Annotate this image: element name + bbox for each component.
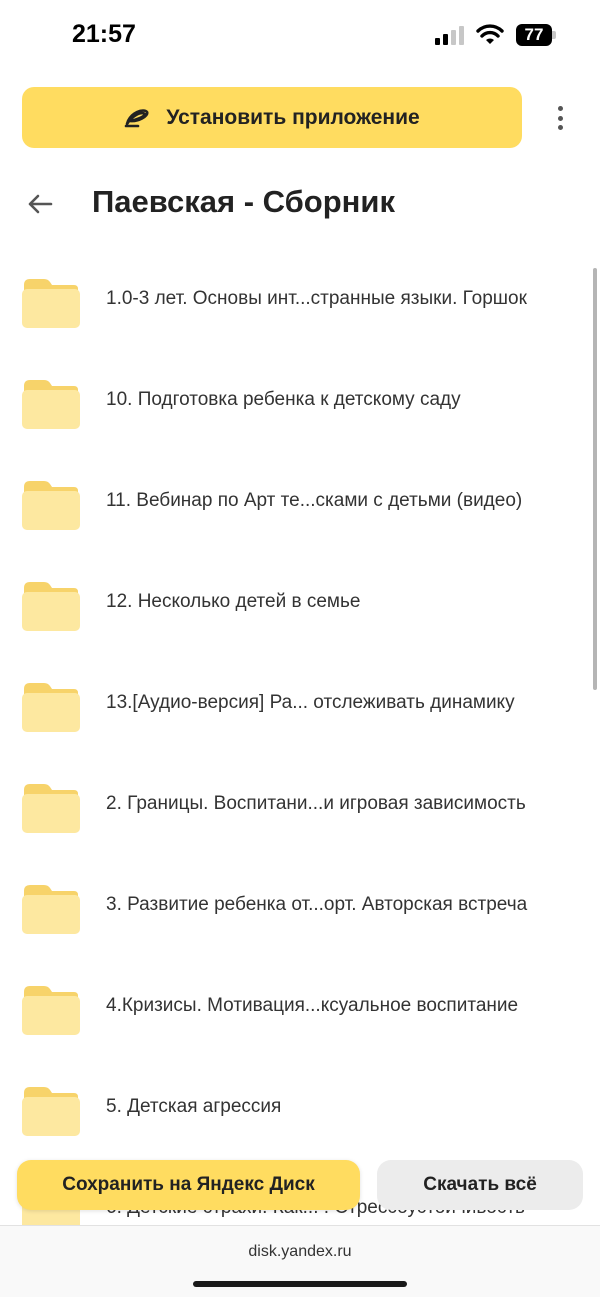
battery-level: 77 <box>516 24 552 46</box>
folder-icon <box>22 380 80 429</box>
folder-name: 4.Кризисы. Мотивация...ксуальное воспита… <box>106 995 519 1016</box>
folder-name: 1.0-3 лет. Основы инт...странные языки. … <box>106 288 527 309</box>
folder-icon <box>22 1087 80 1136</box>
status-icons: 77 <box>435 24 556 46</box>
folder-icon <box>22 885 80 934</box>
arrow-left-icon <box>28 194 53 214</box>
list-item[interactable]: 5. Детская агрессия <box>0 1058 590 1159</box>
folder-icon <box>22 582 80 631</box>
page: 21:57 77 Установить приложение Паевская … <box>0 0 600 1297</box>
list-item[interactable]: 1.0-3 лет. Основы инт...странные языки. … <box>0 250 590 351</box>
page-title: Паевская - Сборник <box>92 184 395 219</box>
folder-name: 13.[Аудио-версия] Ра... отслеживать дина… <box>106 692 515 713</box>
status-time: 21:57 <box>72 20 136 48</box>
wifi-icon <box>476 24 504 44</box>
folder-icon <box>22 784 80 833</box>
folder-icon <box>22 279 80 328</box>
scrollbar[interactable] <box>593 268 597 690</box>
folder-icon <box>22 481 80 530</box>
list-item[interactable]: 13.[Аудио-версия] Ра... отслеживать дина… <box>0 654 590 755</box>
cellular-signal-icon <box>435 25 464 45</box>
folder-name: 10. Подготовка ребенка к детскому саду <box>106 389 461 410</box>
folder-name: 11. Вебинар по Арт те...сками с детьми (… <box>106 490 523 511</box>
list-item[interactable]: 2. Границы. Воспитани...и игровая зависи… <box>0 755 590 856</box>
folder-name: 5. Детская агрессия <box>106 1096 282 1117</box>
home-indicator <box>193 1281 407 1287</box>
save-to-disk-button[interactable]: Сохранить на Яндекс Диск <box>17 1160 360 1210</box>
folder-icon <box>22 683 80 732</box>
download-all-button[interactable]: Скачать всё <box>377 1160 583 1210</box>
list-item[interactable]: 10. Подготовка ребенка к детскому саду <box>0 351 590 452</box>
list-item[interactable]: 11. Вебинар по Арт те...сками с детьми (… <box>0 452 590 553</box>
folder-icon <box>22 986 80 1035</box>
folder-name: 12. Несколько детей в семье <box>106 591 361 612</box>
more-vertical-icon[interactable] <box>546 102 574 134</box>
back-button[interactable] <box>22 186 58 222</box>
list-item[interactable]: 4.Кризисы. Мотивация...ксуальное воспита… <box>0 957 590 1058</box>
url-text[interactable]: disk.yandex.ru <box>0 1243 600 1261</box>
battery-icon: 77 <box>516 24 556 46</box>
browser-address-bar[interactable]: disk.yandex.ru <box>0 1225 600 1297</box>
list-item[interactable]: 3. Развитие ребенка от...орт. Авторская … <box>0 856 590 957</box>
folder-name: 3. Развитие ребенка от...орт. Авторская … <box>106 894 528 915</box>
status-bar: 21:57 77 <box>0 0 600 70</box>
install-app-label: Установить приложение <box>166 105 420 129</box>
folder-name: 2. Границы. Воспитани...и игровая зависи… <box>106 793 526 814</box>
list-item[interactable]: 12. Несколько детей в семье <box>0 553 590 654</box>
install-app-button[interactable]: Установить приложение <box>22 87 522 148</box>
yandex-disk-logo-icon <box>125 108 149 127</box>
